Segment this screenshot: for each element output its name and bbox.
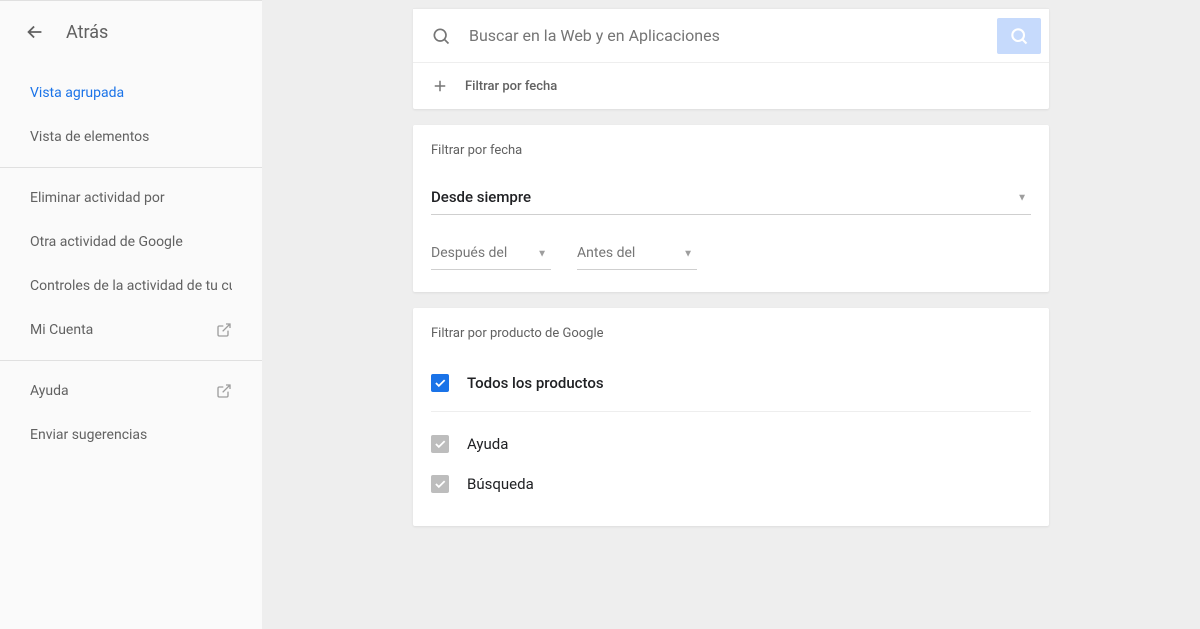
arrow-left-icon [24,21,46,43]
caret-down-icon: ▼ [1017,193,1027,204]
sidebar-item-my-account[interactable]: Mi Cuenta [0,308,262,352]
checkbox-icon [431,374,449,392]
divider [431,411,1031,412]
sidebar-section-views: Vista agrupada Vista de elementos [0,63,262,168]
sidebar-item-activity-controls[interactable]: Controles de la actividad de tu cuenta [0,264,262,308]
caret-down-icon: ▼ [683,249,693,260]
plus-icon [431,77,449,95]
filter-by-date-toggle[interactable]: Filtrar por fecha [413,62,1049,109]
date-filter-card: Filtrar por fecha Desde siempre ▼ Despué… [413,125,1049,292]
external-link-icon [216,322,232,338]
sidebar-item-help[interactable]: Ayuda [0,369,262,413]
search-icon [1009,26,1029,46]
sidebar-item-element-view[interactable]: Vista de elementos [0,115,262,159]
main-content: Filtrar por fecha Filtrar por fecha Desd… [262,0,1200,629]
sidebar-section-help: Ayuda Enviar sugerencias [0,361,262,465]
back-row[interactable]: Atrás [0,1,262,63]
date-range-select[interactable]: Desde siempre ▼ [431,182,1031,215]
search-input[interactable] [469,9,997,62]
sidebar-item-grouped-view[interactable]: Vista agrupada [0,71,262,115]
sidebar-item-delete-activity[interactable]: Eliminar actividad por [0,176,262,220]
checkbox-all-products[interactable]: Todos los productos [431,363,1031,403]
sidebar: Atrás Vista agrupada Vista de elementos … [0,0,262,629]
after-date-select[interactable]: Después del ▼ [431,239,551,270]
caret-down-icon: ▼ [537,249,547,260]
search-card: Filtrar por fecha [413,8,1049,109]
filter-label: Filtrar por fecha [465,79,557,94]
search-row [413,8,1049,62]
sidebar-section-activity: Eliminar actividad por Otra actividad de… [0,168,262,361]
checkbox-icon [431,435,449,453]
external-link-icon [216,383,232,399]
search-icon [413,26,469,46]
checkbox-product-search[interactable]: Búsqueda [431,464,1031,504]
product-filter-card: Filtrar por producto de Google Todos los… [413,308,1049,526]
product-filter-title: Filtrar por producto de Google [431,326,1031,363]
sidebar-item-send-feedback[interactable]: Enviar sugerencias [0,413,262,457]
checkbox-product-help[interactable]: Ayuda [431,424,1031,464]
search-button[interactable] [997,18,1041,54]
sidebar-item-other-activity[interactable]: Otra actividad de Google [0,220,262,264]
before-date-select[interactable]: Antes del ▼ [577,239,697,270]
date-filter-title: Filtrar por fecha [431,143,1031,158]
checkbox-icon [431,475,449,493]
back-label: Atrás [66,22,108,43]
